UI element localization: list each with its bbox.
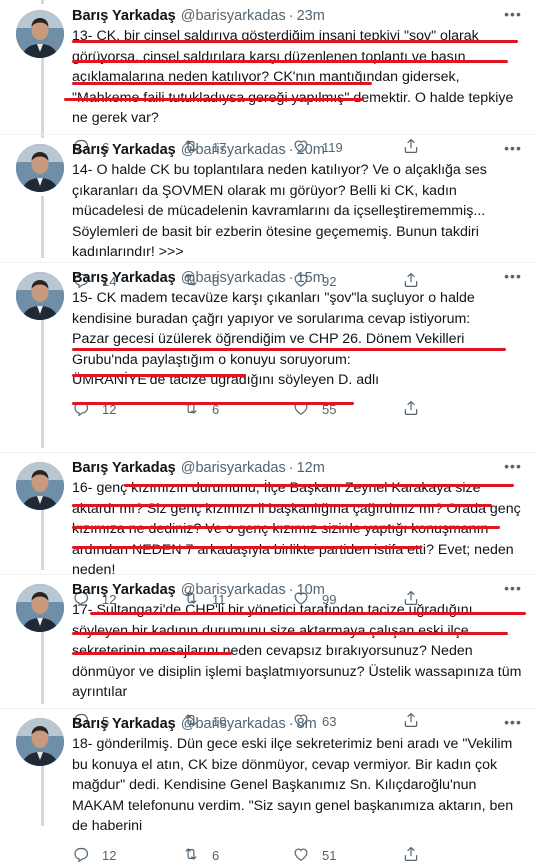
retweet-icon bbox=[182, 845, 212, 866]
tweet-header: Barış Yarkadaş @barisyarkadas · 10m bbox=[72, 580, 526, 600]
author-handle[interactable]: @barisyarkadas bbox=[181, 580, 286, 600]
annotation-underline bbox=[72, 348, 506, 351]
annotation-underline bbox=[72, 374, 246, 377]
avatar[interactable] bbox=[16, 462, 64, 510]
more-icon[interactable]: ••• bbox=[504, 141, 522, 156]
reply-button[interactable]: 12 bbox=[72, 845, 182, 866]
tweet-paragraph: 14- O halde CK bu toplantılara neden kat… bbox=[72, 162, 491, 260]
tweet-time[interactable]: 15m bbox=[297, 268, 325, 288]
annotation-underline bbox=[72, 652, 232, 655]
separator-dot: · bbox=[288, 8, 294, 24]
thread-connector bbox=[41, 58, 44, 130]
more-icon[interactable]: ••• bbox=[504, 715, 522, 730]
author-name[interactable]: Barış Yarkadaş bbox=[72, 458, 176, 478]
author-handle[interactable]: @barisyarkadas bbox=[181, 6, 286, 26]
tweet-content: Barış Yarkadaş @barisyarkadas · 15m ••• 15- C… bbox=[72, 268, 526, 421]
avatar[interactable] bbox=[16, 272, 64, 320]
heart-icon bbox=[292, 845, 322, 866]
tweet-divider bbox=[0, 134, 538, 135]
reply-icon bbox=[72, 845, 102, 866]
tweet-divider bbox=[0, 262, 538, 263]
more-icon[interactable]: ••• bbox=[504, 269, 522, 284]
like-count: 51 bbox=[322, 848, 337, 863]
author-handle[interactable]: @barisyarkadas bbox=[181, 458, 286, 478]
separator-dot: · bbox=[288, 582, 294, 598]
author-handle[interactable]: @barisyarkadas bbox=[181, 714, 286, 734]
tweet-time[interactable]: 10m bbox=[297, 580, 325, 600]
tweet-actions: 12 6 51 bbox=[72, 845, 526, 867]
share-icon bbox=[402, 845, 420, 866]
tweet-text: 16- genç kızımızın durumunu, İlçe Başkan… bbox=[72, 478, 526, 581]
annotation-underline bbox=[72, 40, 518, 43]
thread-connector bbox=[41, 628, 44, 704]
avatar[interactable] bbox=[16, 144, 64, 192]
author-name[interactable]: Barış Yarkadaş bbox=[72, 268, 176, 288]
tweet-divider bbox=[0, 452, 538, 453]
thread-connector bbox=[41, 196, 44, 258]
tweet-time[interactable]: 23m bbox=[297, 6, 325, 26]
tweet-time[interactable]: 12m bbox=[297, 458, 325, 478]
tweet-header: Barış Yarkadaş @barisyarkadas · 23m bbox=[72, 6, 526, 26]
tweet-header: Barış Yarkadaş @barisyarkadas · 8m bbox=[72, 714, 526, 734]
share-button[interactable] bbox=[402, 845, 512, 866]
tweet-header: Barış Yarkadaş @barisyarkadas · 15m bbox=[72, 268, 526, 288]
thread-connector bbox=[41, 762, 44, 826]
retweet-button[interactable]: 6 bbox=[182, 845, 292, 866]
tweet-paragraph: 15- CK madem tecavüze karşı çıkanları "ş… bbox=[72, 290, 479, 327]
separator-dot: · bbox=[288, 460, 294, 476]
avatar[interactable] bbox=[16, 584, 64, 632]
avatar[interactable] bbox=[16, 718, 64, 766]
author-name[interactable]: Barış Yarkadaş bbox=[72, 714, 176, 734]
thread-connector bbox=[41, 506, 44, 570]
retweet-count: 6 bbox=[212, 848, 220, 863]
more-icon[interactable]: ••• bbox=[504, 581, 522, 596]
like-button[interactable]: 51 bbox=[292, 845, 402, 866]
tweet-paragraph: 18- gönderilmiş. Dün gece eski ilçe sekr… bbox=[72, 736, 518, 834]
tweet-text: 18- gönderilmiş. Dün gece eski ilçe sekr… bbox=[72, 734, 526, 837]
separator-dot: · bbox=[288, 716, 294, 732]
annotation-underline bbox=[90, 612, 526, 615]
annotation-underline bbox=[72, 82, 372, 85]
tweet-time[interactable]: 20m bbox=[297, 140, 325, 160]
tweet-header: Barış Yarkadaş @barisyarkadas · 12m bbox=[72, 458, 526, 478]
annotation-underline bbox=[72, 60, 508, 63]
annotation-underline bbox=[72, 526, 500, 529]
reply-count: 12 bbox=[102, 848, 117, 863]
tweet-content: Barış Yarkadaş @barisyarkadas · 10m ••• 17- S… bbox=[72, 580, 526, 733]
tweet-text: 14- O halde CK bu toplantılara neden kat… bbox=[72, 160, 526, 263]
share-icon bbox=[402, 399, 420, 420]
tweet-paragraph: 16- genç kızımızın durumunu, İlçe Başkan… bbox=[72, 480, 525, 578]
annotation-underline bbox=[72, 504, 492, 507]
tweet-divider bbox=[0, 574, 538, 575]
author-name[interactable]: Barış Yarkadaş bbox=[72, 580, 176, 600]
more-icon[interactable]: ••• bbox=[504, 459, 522, 474]
tweet-header: Barış Yarkadaş @barisyarkadas · 20m bbox=[72, 140, 526, 160]
annotation-underline bbox=[72, 402, 354, 405]
author-name[interactable]: Barış Yarkadaş bbox=[72, 140, 176, 160]
tweet-content: Barış Yarkadaş @barisyarkadas · 8m ••• 18- gö… bbox=[72, 714, 526, 867]
author-handle[interactable]: @barisyarkadas bbox=[181, 140, 286, 160]
annotation-underline bbox=[124, 484, 514, 487]
separator-dot: · bbox=[288, 142, 294, 158]
tweet-time[interactable]: 8m bbox=[297, 714, 317, 734]
thread-connector bbox=[41, 0, 44, 4]
thread-connector bbox=[41, 124, 44, 138]
annotation-underline bbox=[72, 546, 422, 549]
author-handle[interactable]: @barisyarkadas bbox=[181, 268, 286, 288]
separator-dot: · bbox=[288, 270, 294, 286]
annotation-underline bbox=[72, 632, 508, 635]
thread-connector bbox=[41, 316, 44, 448]
author-name[interactable]: Barış Yarkadaş bbox=[72, 6, 176, 26]
annotation-underline bbox=[64, 98, 364, 101]
more-icon[interactable]: ••• bbox=[504, 7, 522, 22]
avatar[interactable] bbox=[16, 10, 64, 58]
tweet-divider bbox=[0, 708, 538, 709]
share-button[interactable] bbox=[402, 399, 512, 420]
